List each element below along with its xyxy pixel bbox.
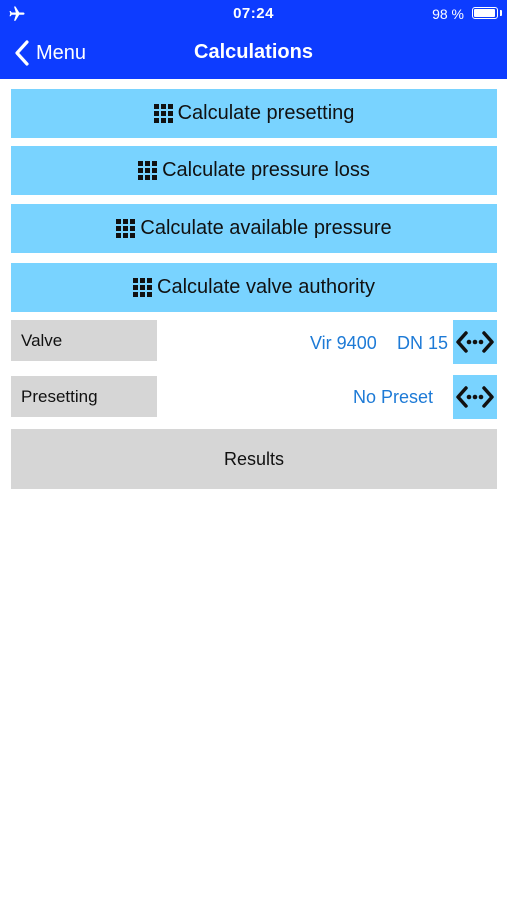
status-bar: 07:24 98 % (0, 0, 507, 28)
grid-icon (133, 278, 153, 297)
calculate-presetting-button[interactable]: Calculate presetting (11, 89, 497, 138)
grid-icon (138, 161, 158, 180)
double-arrow-icon (456, 331, 494, 353)
presetting-select-button[interactable] (453, 375, 497, 419)
valve-size[interactable]: DN 15 (397, 333, 448, 354)
battery-icon (472, 7, 498, 19)
header: 07:24 98 % Menu Calculations (0, 0, 507, 79)
battery-tip (500, 10, 502, 16)
battery-percentage: 98 % (432, 6, 464, 22)
button-label: Calculate valve authority (157, 276, 375, 298)
results-button[interactable]: Results (11, 429, 497, 489)
calculate-pressure-loss-button[interactable]: Calculate pressure loss (11, 146, 497, 195)
page-title: Calculations (194, 41, 313, 63)
presetting-label: Presetting (11, 376, 157, 417)
valve-label: Valve (11, 320, 157, 361)
calculate-valve-authority-button[interactable]: Calculate valve authority (11, 263, 497, 312)
valve-model[interactable]: Vir 9400 (310, 333, 377, 354)
status-time: 07:24 (233, 5, 274, 22)
calculate-available-pressure-button[interactable]: Calculate available pressure (11, 204, 497, 253)
presetting-value[interactable]: No Preset (353, 387, 433, 408)
valve-select-button[interactable] (453, 320, 497, 364)
double-arrow-icon (456, 386, 494, 408)
results-label: Results (223, 448, 285, 469)
button-label: Calculate pressure loss (162, 159, 370, 181)
button-label: Calculate available pressure (140, 217, 392, 239)
grid-icon (153, 104, 173, 123)
button-label: Calculate presetting (177, 102, 355, 124)
grid-icon (116, 219, 136, 238)
